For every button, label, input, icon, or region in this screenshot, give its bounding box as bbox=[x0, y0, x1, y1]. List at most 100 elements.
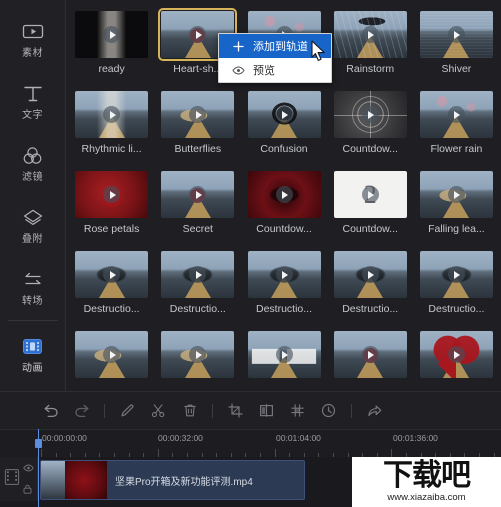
play-icon[interactable] bbox=[447, 26, 465, 43]
effect-item[interactable]: Rose petals bbox=[69, 166, 154, 246]
effect-thumbnail[interactable] bbox=[75, 171, 149, 218]
effect-thumbnail[interactable] bbox=[161, 331, 235, 378]
effect-item-label: Butterflies bbox=[174, 143, 222, 155]
play-icon[interactable] bbox=[361, 266, 379, 283]
grid-icon[interactable] bbox=[289, 402, 306, 419]
effect-item[interactable]: Shiver bbox=[414, 6, 499, 86]
effect-item-label: Secret bbox=[182, 223, 213, 235]
sidebar-item-filter[interactable]: 滤镜 bbox=[0, 132, 66, 194]
effects-grid-row bbox=[68, 326, 499, 391]
effect-thumbnail[interactable] bbox=[419, 171, 493, 218]
play-icon[interactable] bbox=[103, 26, 121, 43]
effect-item[interactable]: Destructio... bbox=[241, 246, 326, 326]
effect-thumbnail[interactable] bbox=[333, 91, 407, 138]
effect-item[interactable] bbox=[155, 326, 240, 391]
effect-item[interactable]: Countdow... bbox=[241, 166, 326, 246]
effect-thumbnail[interactable] bbox=[333, 11, 407, 58]
effect-item[interactable] bbox=[414, 326, 499, 391]
timeline-clip[interactable]: 坚果Pro开箱及新功能评测.mp4 bbox=[40, 460, 305, 500]
split-scissors-icon[interactable] bbox=[150, 402, 167, 419]
effect-thumbnail[interactable] bbox=[247, 331, 321, 378]
effect-item[interactable]: Falling lea... bbox=[414, 166, 499, 246]
track-toggles bbox=[22, 459, 34, 499]
ruler-tick bbox=[41, 449, 42, 457]
track-header bbox=[0, 457, 38, 501]
effect-item[interactable]: ready bbox=[69, 6, 154, 86]
sidebar-item-label: 转场 bbox=[22, 295, 43, 307]
effect-item[interactable]: Confusion bbox=[241, 86, 326, 166]
play-icon[interactable] bbox=[275, 186, 293, 203]
effect-thumbnail[interactable] bbox=[161, 91, 235, 138]
effect-thumbnail[interactable] bbox=[419, 91, 493, 138]
play-icon[interactable] bbox=[447, 186, 465, 203]
effect-item[interactable]: Destructio... bbox=[155, 246, 240, 326]
effect-item[interactable]: Destructio... bbox=[328, 246, 413, 326]
play-icon[interactable] bbox=[447, 346, 465, 363]
effect-thumbnail[interactable] bbox=[419, 11, 493, 58]
playhead[interactable] bbox=[35, 429, 42, 507]
overlay-icon bbox=[20, 206, 46, 230]
lock-icon[interactable] bbox=[23, 481, 34, 499]
play-icon[interactable] bbox=[275, 266, 293, 283]
effect-item[interactable]: Rhythmic li... bbox=[69, 86, 154, 166]
effect-thumbnail[interactable] bbox=[161, 251, 235, 298]
timeline-ruler[interactable]: 00:00:00:00 00:00:32:00 00:01:04:00 00:01:3… bbox=[0, 429, 501, 457]
effect-item[interactable]: Secret bbox=[155, 166, 240, 246]
sidebar-item-transition[interactable]: 转场 bbox=[0, 256, 66, 318]
effect-item[interactable]: Destructio... bbox=[414, 246, 499, 326]
play-icon[interactable] bbox=[275, 346, 293, 363]
sidebar-item-label: 素材 bbox=[22, 47, 43, 59]
redo-icon[interactable] bbox=[73, 402, 90, 419]
effect-item-label: Flower rain bbox=[430, 143, 483, 155]
play-icon[interactable] bbox=[361, 346, 379, 363]
undo-icon[interactable] bbox=[42, 402, 59, 419]
eye-icon bbox=[231, 65, 245, 75]
effect-item[interactable]: Countdow... bbox=[328, 86, 413, 166]
effect-item[interactable]: Rainstorm bbox=[328, 6, 413, 86]
eye-icon[interactable] bbox=[22, 459, 34, 477]
delete-trash-icon[interactable] bbox=[181, 402, 198, 419]
share-icon[interactable] bbox=[366, 402, 383, 419]
effect-thumbnail[interactable] bbox=[75, 91, 149, 138]
effect-thumbnail[interactable] bbox=[247, 251, 321, 298]
effect-thumbnail[interactable] bbox=[333, 331, 407, 378]
play-icon[interactable] bbox=[275, 106, 293, 123]
play-icon[interactable] bbox=[103, 346, 121, 363]
effect-thumbnail[interactable] bbox=[161, 171, 235, 218]
sidebar-item-animation[interactable]: 动画 bbox=[0, 323, 66, 385]
edit-pencil-icon[interactable] bbox=[119, 402, 136, 419]
sidebar-item-overlay[interactable]: 叠附 bbox=[0, 194, 66, 256]
crop-icon[interactable] bbox=[227, 402, 244, 419]
effect-thumbnail[interactable] bbox=[75, 331, 149, 378]
effect-item[interactable]: 2 Countdow... bbox=[328, 166, 413, 246]
play-icon[interactable] bbox=[447, 266, 465, 283]
effects-grid-row: Rose petals Secret Countdow... 2 Countdow...… bbox=[68, 166, 499, 246]
mirror-icon[interactable] bbox=[258, 402, 275, 419]
effect-thumbnail[interactable] bbox=[419, 251, 493, 298]
speed-clock-icon[interactable] bbox=[320, 402, 337, 419]
effect-thumbnail[interactable] bbox=[247, 171, 321, 218]
effect-thumbnail[interactable] bbox=[75, 251, 149, 298]
effect-item[interactable] bbox=[241, 326, 326, 391]
effect-item[interactable]: Flower rain bbox=[414, 86, 499, 166]
effect-thumbnail[interactable] bbox=[247, 91, 321, 138]
effect-thumbnail[interactable] bbox=[75, 11, 149, 58]
sidebar-item-text[interactable]: 文字 bbox=[0, 70, 66, 132]
toolbar-separator bbox=[104, 403, 105, 418]
play-icon[interactable] bbox=[361, 106, 379, 123]
effect-item[interactable]: Butterflies bbox=[155, 86, 240, 166]
play-icon[interactable] bbox=[361, 186, 379, 203]
effect-item[interactable]: Destructio... bbox=[69, 246, 154, 326]
sidebar-item-media[interactable]: 素材 bbox=[0, 8, 66, 70]
play-icon[interactable] bbox=[447, 106, 465, 123]
context-menu-item-label: 添加到轨道 bbox=[253, 41, 308, 53]
play-icon[interactable] bbox=[103, 106, 121, 123]
effect-item[interactable] bbox=[328, 326, 413, 391]
effect-thumbnail[interactable] bbox=[333, 251, 407, 298]
play-icon[interactable] bbox=[361, 26, 379, 43]
play-icon[interactable] bbox=[103, 186, 121, 203]
effect-thumbnail[interactable]: 2 bbox=[333, 171, 407, 218]
effect-item[interactable] bbox=[69, 326, 154, 391]
play-icon[interactable] bbox=[103, 266, 121, 283]
effect-thumbnail[interactable] bbox=[419, 331, 493, 378]
